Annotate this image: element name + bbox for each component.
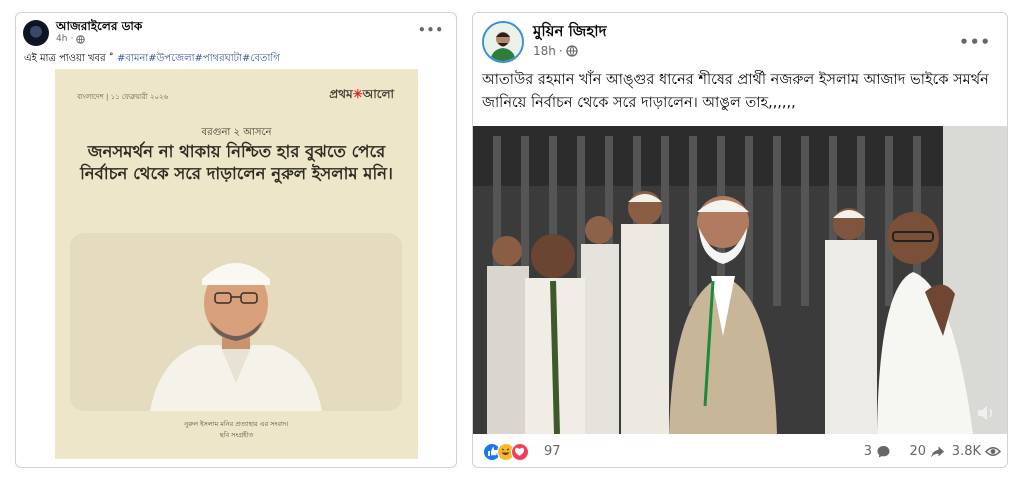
hashtag-link[interactable]: #উপজেলা <box>148 53 194 64</box>
views-stat[interactable]: 3.8K <box>952 444 1001 459</box>
author-avatar[interactable] <box>482 21 524 63</box>
photo-source: ছবি সংগ্রহীত <box>219 431 254 439</box>
caption-text: এই মাত্র পাওয়া খবর ˚ <box>24 53 114 64</box>
card-subtitle: বরগুনা ২ আসনে <box>201 127 272 138</box>
post-meta: 18h · <box>533 44 578 58</box>
facebook-post-right: মুয়িন জিহাদ 18h · ••• আতাউর রহমান খাঁন … <box>472 12 1008 468</box>
globe-icon <box>566 45 578 57</box>
love-reaction-icon <box>511 443 529 461</box>
post-caption: এই মাত্র পাওয়া খবর ˚ #বামনা#উপজেলা#পাথর… <box>24 51 280 68</box>
globe-icon <box>76 34 86 44</box>
views-count: 3.8K <box>951 444 981 459</box>
post-time[interactable]: 4h <box>56 34 67 44</box>
photo-credit: নুরুল ইসলাম মনির প্রত্যাহার এর সংবাদ। <box>184 420 289 428</box>
author-name[interactable]: মুয়িন জিহাদ <box>533 20 606 45</box>
post-video[interactable] <box>473 126 1007 434</box>
share-icon <box>931 446 944 458</box>
reaction-icons[interactable] <box>483 443 541 461</box>
hashtag-link[interactable]: #বামনা <box>117 53 148 64</box>
card-date: বাংলাদেশ | ১১ ফেব্রুয়ারী ২০২৬ <box>77 93 169 101</box>
author-avatar[interactable] <box>23 20 49 46</box>
comments-count: 3 <box>863 444 872 459</box>
eye-icon <box>985 447 1001 456</box>
reactions-count[interactable]: 97 <box>544 444 561 459</box>
more-options-button[interactable]: ••• <box>418 23 444 37</box>
post-meta: 4h · <box>56 34 86 44</box>
facebook-post-left: আজরাইলের ডাক 4h · ••• এই মাত্র পাওয়া খব… <box>15 12 457 468</box>
comment-icon <box>877 446 890 458</box>
card-headline: জনসমর্থন না থাকায় নিশ্চিত হার বুঝতে পের… <box>80 142 393 183</box>
more-options-button[interactable]: ••• <box>959 33 991 51</box>
post-text: আতাউর রহমান খাঁন আঙ্গুর ধানের শীষের প্রা… <box>482 72 989 111</box>
prothom-alo-logo: প্রথম✳আলো <box>329 87 394 101</box>
post-time[interactable]: 18h <box>533 44 556 58</box>
shares-stat[interactable]: 20 <box>909 444 945 459</box>
post-footer-stats: 97 3 20 3.8K <box>473 434 1007 467</box>
volume-icon[interactable] <box>975 402 997 424</box>
hashtag-link[interactable]: #বেতাগি <box>242 53 280 64</box>
comments-stat[interactable]: 3 <box>864 444 891 459</box>
politician-photo <box>70 233 402 411</box>
shares-count: 20 <box>909 444 926 459</box>
hashtag-link[interactable]: #পাথরঘাটা <box>195 53 242 64</box>
news-card-image[interactable]: বাংলাদেশ | ১১ ফেব্রুয়ারী ২০২৬ প্রথম✳আলো… <box>55 69 418 459</box>
